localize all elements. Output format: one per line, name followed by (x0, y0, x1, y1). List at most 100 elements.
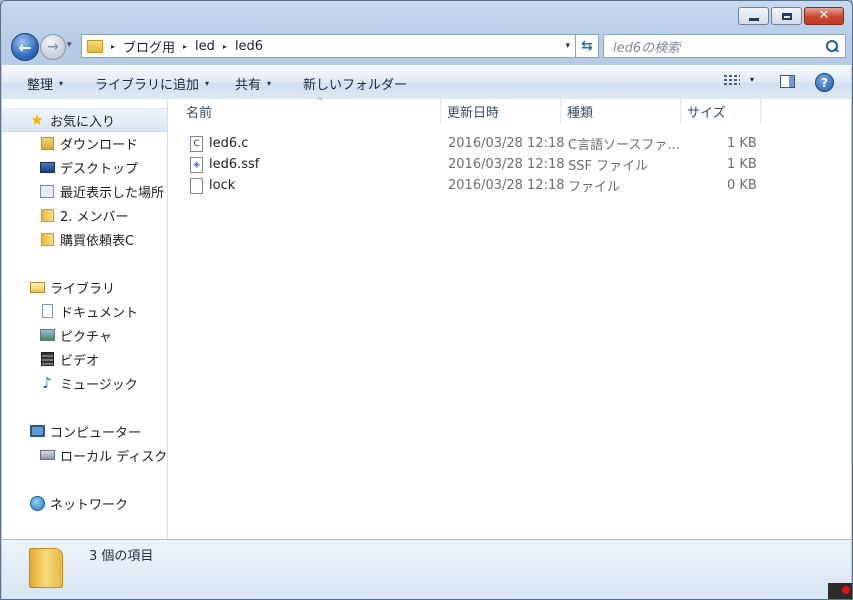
view-options-icon[interactable] (724, 75, 740, 89)
maximize-button[interactable] (771, 7, 802, 25)
chevron-down-icon: ▾ (59, 79, 64, 88)
documents-icon (39, 303, 55, 319)
folder-icon (39, 231, 55, 247)
preview-pane-icon[interactable] (780, 75, 795, 88)
search-input[interactable]: led6の検索 (613, 37, 825, 56)
include-in-library-menu[interactable]: ライブラリに追加 ▾ (95, 74, 209, 93)
maximize-icon (781, 12, 792, 20)
back-button[interactable]: ← (11, 33, 39, 61)
nav-item-label: デスクトップ (60, 161, 139, 177)
nav-libraries[interactable]: ライブラリ (2, 276, 167, 298)
breadcrumb: ▸ ブログ用 ▸ led ▸ led6 (103, 37, 263, 56)
nav-item-label: コンピューター (50, 425, 142, 441)
file-date: 2016/03/28 12:18 (448, 178, 565, 193)
c-source-file-icon: C (190, 135, 203, 152)
chevron-right-icon[interactable]: ▸ (111, 42, 115, 51)
search-icon[interactable] (825, 39, 839, 53)
network-icon (29, 495, 45, 511)
column-header-size[interactable]: サイズ (681, 99, 761, 124)
column-label: サイズ (687, 106, 726, 121)
navigation-bar: ← → ▾ ▸ ブログ用 ▸ led ▸ led6 ▾ ⇆ led6の検索 (9, 31, 846, 61)
nav-item-label: ダウンロード (60, 137, 139, 153)
column-label: 種類 (567, 106, 594, 121)
file-type: C言語ソースファ... (568, 138, 680, 153)
new-folder-label: 新しいフォルダー (303, 78, 408, 93)
folder-icon (39, 207, 55, 223)
nav-item-music[interactable]: ♪ ミュージック (2, 372, 167, 394)
help-icon: ? (821, 75, 828, 90)
organize-menu[interactable]: 整理 ▾ (27, 74, 63, 93)
column-header-type[interactable]: 種類 (561, 99, 681, 124)
breadcrumb-item[interactable]: led (195, 39, 215, 54)
chevron-right-icon[interactable]: ▸ (183, 42, 187, 51)
downloads-folder-icon (39, 135, 55, 151)
recent-pages-dropdown[interactable]: ▾ (67, 40, 72, 50)
address-history-dropdown[interactable]: ▾ (565, 41, 570, 51)
file-type: SSF ファイル (568, 159, 649, 174)
nav-item-label: ピクチャ (60, 329, 112, 345)
nav-item-purchase-request[interactable]: 購買依頼表C (2, 228, 167, 250)
organize-label: 整理 (27, 78, 54, 93)
nav-item-label: ビデオ (60, 353, 100, 369)
close-button[interactable]: ✕ (804, 7, 844, 25)
new-folder-button[interactable]: 新しいフォルダー (303, 74, 407, 93)
nav-item-recent-places[interactable]: 最近表示した場所 (2, 180, 167, 202)
caption-buttons: ✕ (738, 7, 844, 25)
forward-button[interactable]: → (40, 34, 66, 60)
column-header-name[interactable]: 名前 ^ (180, 97, 441, 124)
command-bar: 整理 ▾ ライブラリに追加 ▾ 共有 ▾ 新しいフォルダー ▾ ? (2, 65, 851, 100)
file-size: 0 KB (727, 178, 757, 193)
nav-item-pictures[interactable]: ピクチャ (2, 324, 167, 346)
nav-item-desktop[interactable]: デスクトップ (2, 156, 167, 178)
close-icon: ✕ (818, 8, 830, 23)
share-menu[interactable]: 共有 ▾ (235, 74, 271, 93)
chevron-right-icon[interactable]: ▸ (223, 42, 227, 51)
refresh-icon: ⇆ (581, 38, 593, 54)
refresh-button[interactable]: ⇆ (575, 34, 599, 58)
help-button[interactable]: ? (815, 73, 834, 92)
minimize-icon (748, 17, 759, 21)
file-list: 名前 ^ 更新日時 種類 サイズ C led6.c 2016/03/28 12:… (168, 97, 851, 539)
include-in-library-label: ライブラリに追加 (95, 78, 200, 93)
minimize-button[interactable] (738, 7, 769, 25)
file-name-cell: ◈ led6.ssf (190, 156, 259, 173)
nav-item-members[interactable]: 2. メンバー (2, 204, 167, 226)
nav-item-local-disk[interactable]: ローカル ディスク ( (2, 444, 167, 466)
file-name-cell: C led6.c (190, 135, 248, 152)
local-disk-icon (39, 447, 55, 463)
nav-item-label: お気に入り (50, 114, 116, 130)
computer-icon (29, 423, 45, 439)
nav-computer[interactable]: コンピューター (2, 420, 167, 442)
nav-network[interactable]: ネットワーク (2, 492, 167, 514)
tray-corner-icon (828, 583, 852, 599)
view-dropdown-caret[interactable]: ▾ (750, 75, 754, 84)
nav-favorites[interactable]: ★ お気に入り (2, 108, 167, 132)
library-icon (29, 279, 45, 295)
breadcrumb-item[interactable]: ブログ用 (123, 37, 175, 56)
star-icon: ★ (30, 111, 44, 129)
search-box[interactable]: led6の検索 (603, 34, 846, 58)
file-type: ファイル (568, 180, 621, 195)
ssf-file-icon: ◈ (190, 156, 203, 173)
column-header-date[interactable]: 更新日時 (441, 99, 561, 124)
nav-item-videos[interactable]: ビデオ (2, 348, 167, 370)
pictures-icon (39, 327, 55, 343)
breadcrumb-item[interactable]: led6 (235, 39, 263, 54)
nav-item-label: ドキュメント (60, 305, 139, 321)
file-date: 2016/03/28 12:18 (448, 157, 565, 172)
file-name: lock (209, 178, 236, 193)
file-size: 1 KB (727, 157, 757, 172)
back-arrow-icon: ← (18, 37, 32, 57)
nav-item-documents[interactable]: ドキュメント (2, 300, 167, 322)
chevron-down-icon: ▾ (205, 79, 210, 88)
nav-item-label: ライブラリ (50, 281, 116, 297)
details-pane: 3 個の項目 (2, 539, 851, 599)
column-label: 名前 (186, 106, 213, 121)
nav-item-downloads[interactable]: ダウンロード (2, 132, 167, 154)
nav-item-label: 最近表示した場所 (60, 185, 165, 201)
recent-places-icon (39, 183, 55, 199)
explorer-window: ✕ ← → ▾ ▸ ブログ用 ▸ led ▸ led6 ▾ ⇆ led6の検索 … (0, 0, 853, 600)
videos-icon (39, 351, 55, 367)
address-bar[interactable]: ▸ ブログ用 ▸ led ▸ led6 ▾ (81, 34, 577, 58)
nav-item-label: ミュージック (60, 377, 138, 393)
